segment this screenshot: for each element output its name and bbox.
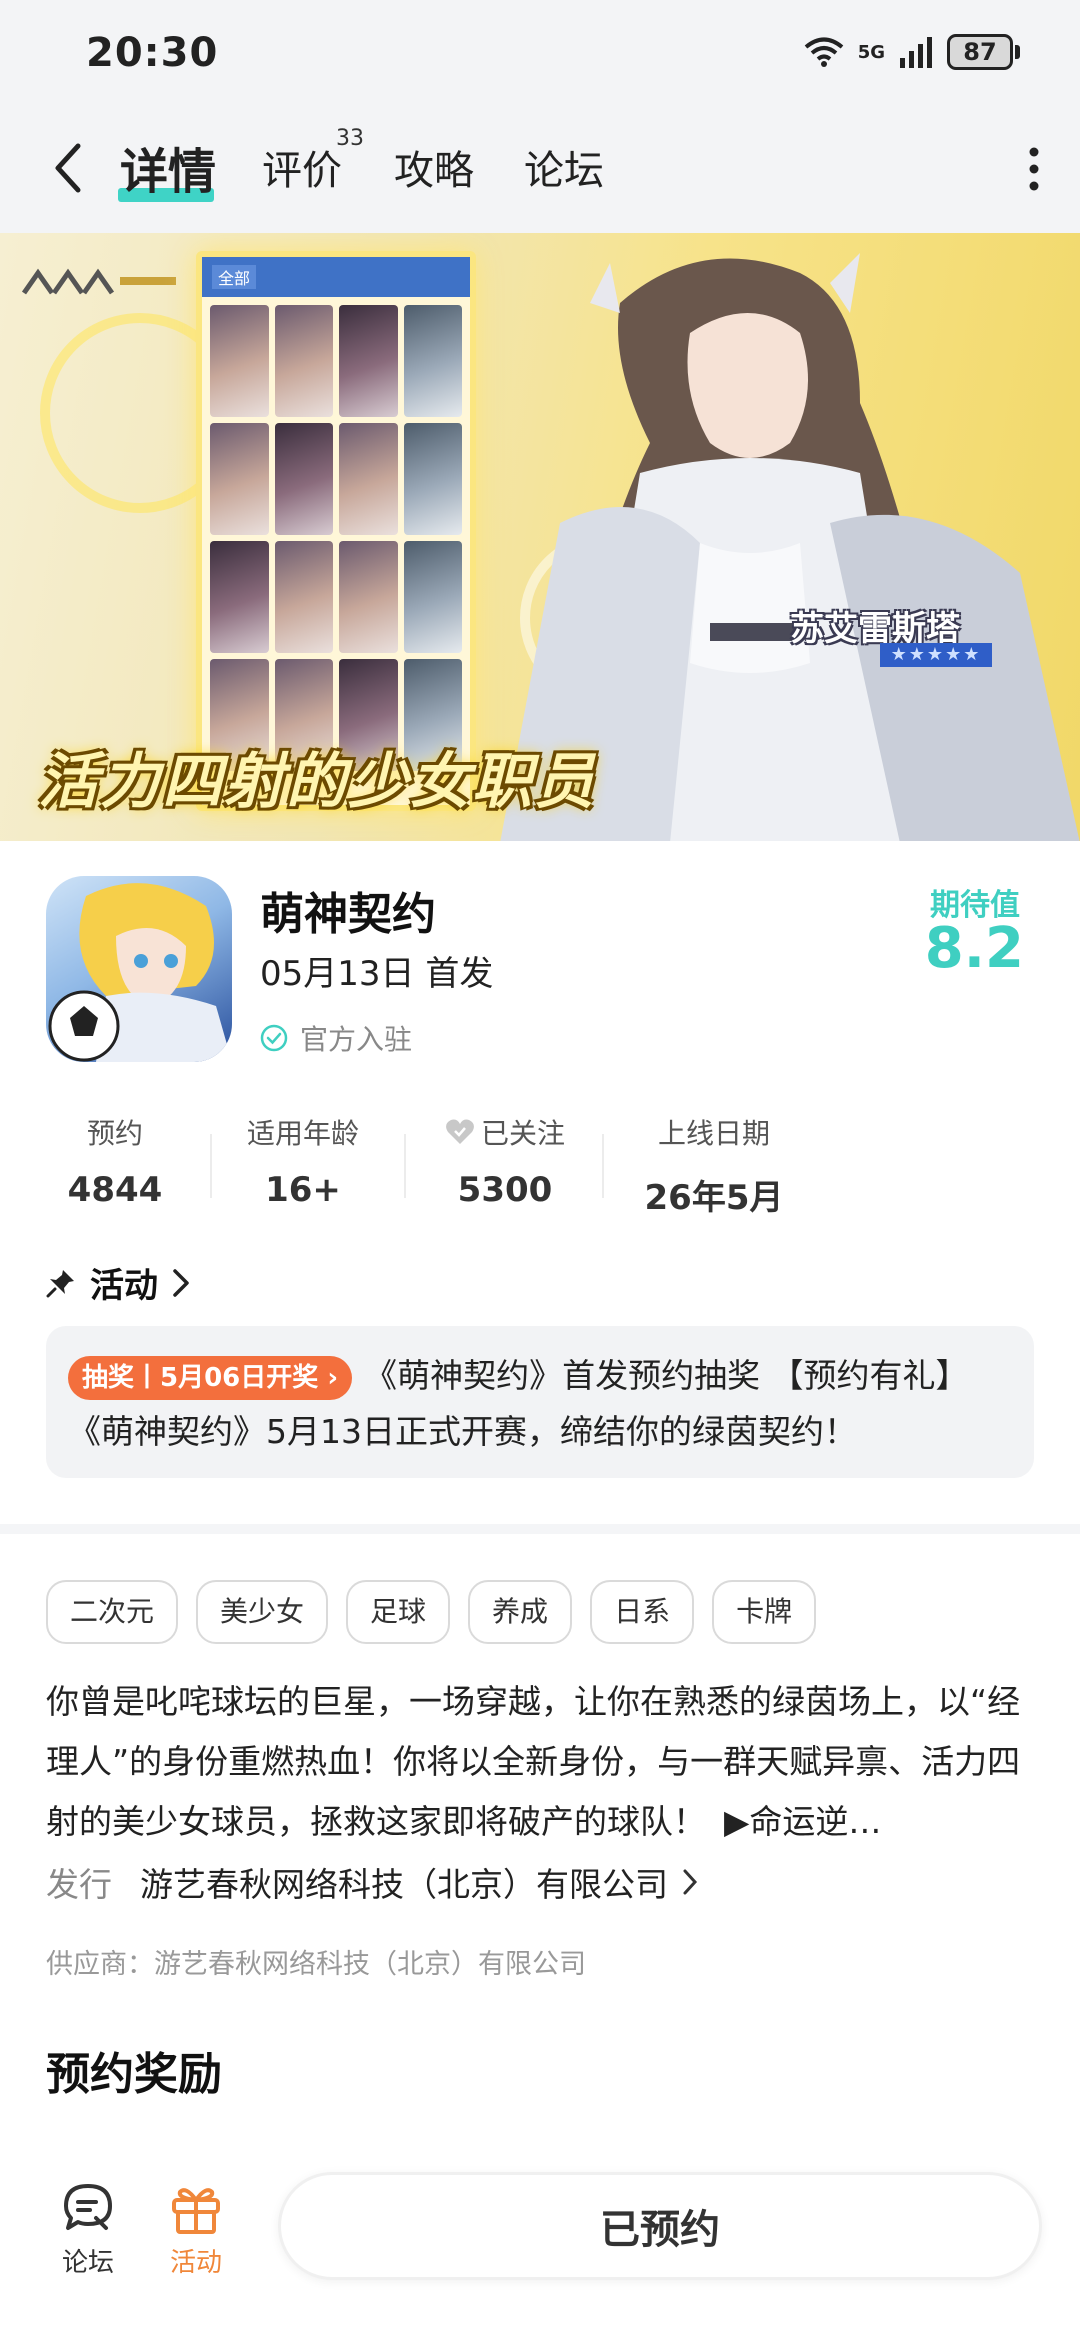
official-label: 官方入驻 (300, 1023, 413, 1056)
stat-launch-date: 上线日期 26年5月 (624, 1112, 804, 1219)
stat-label-text: 已关注 (480, 1117, 565, 1150)
grid-card (339, 541, 398, 653)
game-icon-art (48, 883, 232, 1062)
stat-value: 4844 (67, 1170, 163, 1210)
chevron-right-icon (173, 1268, 189, 1297)
stat-value: 26年5月 (644, 1178, 784, 1218)
stat-divider (210, 1134, 212, 1198)
back-arrow-icon[interactable] (46, 138, 90, 198)
grid-header: 全部 (202, 257, 470, 297)
stat-divider (602, 1134, 604, 1198)
description-more[interactable]: ▶命运逆… (706, 1802, 881, 1841)
verified-check-icon (260, 1024, 288, 1052)
grid-card (274, 305, 333, 417)
game-description[interactable]: 你曾是叱咤球坛的巨星，一场穿越，让你在熟悉的绿茵场上，以“经理人”的身份重燃热血… (46, 1672, 1036, 1852)
stat-label: 已关注 (420, 1112, 590, 1152)
forum-chat-icon (64, 2184, 112, 2230)
reserved-button[interactable]: 已预约 (278, 2172, 1042, 2280)
promo-banner[interactable]: 全部 苏艾雷斯塔 ★★★★★ 活力四射的少女职员 (0, 233, 1080, 841)
stat-followers[interactable]: 已关注 5300 (420, 1112, 590, 1210)
stat-reservations: 预约 4844 (40, 1112, 190, 1210)
tag-item[interactable]: 二次元 (46, 1580, 179, 1644)
stat-label: 预约 (86, 1117, 143, 1150)
page: 20:30 5G 87 详情 评价 33 攻略 论坛 全部 苏艾雷斯塔 ★★★★… (0, 0, 1080, 2351)
stat-label: 上线日期 (657, 1117, 770, 1150)
grid-card (210, 423, 269, 535)
activity-label: 活动 (169, 2248, 222, 2278)
activity-title: 活动 (90, 1266, 158, 1306)
tab-details[interactable]: 详情 (120, 132, 216, 202)
battery-icon: 87 (947, 34, 1020, 70)
publisher-row[interactable]: 发行 游艺春秋网络科技（北京）有限公司 (46, 1858, 698, 1906)
chevron-right-icon (683, 1869, 698, 1895)
battery-level: 87 (947, 34, 1013, 70)
publisher-label: 发行 (46, 1865, 112, 1904)
section-divider (0, 1524, 1080, 1534)
bottom-forum-button[interactable]: 论坛 (38, 2178, 138, 2279)
grid-card (210, 305, 269, 417)
activity-section-header[interactable]: 活动 (46, 1258, 190, 1307)
tab-guides[interactable]: 攻略 (394, 138, 474, 196)
grid-card (339, 305, 398, 417)
lottery-badge[interactable]: 抽奖丨5月06日开奖 › (68, 1355, 353, 1400)
reservation-rewards-title: 预约奖励 (46, 2049, 222, 2100)
bottom-action-bar: 论坛 活动 已预约 (0, 2148, 1080, 2351)
gift-icon (172, 2188, 220, 2234)
signal-icon (900, 37, 932, 68)
grid-cards (202, 297, 470, 779)
game-app-icon (46, 876, 232, 1062)
grid-card (403, 305, 462, 417)
stat-label: 适用年龄 (246, 1117, 359, 1150)
grid-card (274, 423, 333, 535)
grid-card (210, 541, 269, 653)
tab-forum[interactable]: 论坛 (524, 138, 604, 196)
bottom-activity-button[interactable]: 活动 (146, 2178, 246, 2279)
grid-card (274, 541, 333, 653)
grid-tab-all: 全部 (212, 265, 257, 289)
official-badge: 官方入驻 (260, 1018, 412, 1058)
tag-list: 二次元 美少女 足球 养成 日系 卡牌 (46, 1580, 817, 1644)
pin-icon (46, 1269, 74, 1297)
game-title: 萌神契约 (260, 889, 436, 940)
expectation-score: 8.2 (924, 916, 1024, 981)
stat-divider (404, 1134, 406, 1198)
status-bar: 20:30 5G 87 (0, 0, 1080, 110)
game-release-date: 05月13日 首发 (260, 954, 494, 994)
reviews-count-badge: 33 (336, 126, 364, 151)
wifi-icon (804, 37, 843, 67)
heart-check-icon (446, 1119, 474, 1144)
nav-bar: 详情 评价 33 攻略 论坛 (0, 110, 1080, 233)
status-time: 20:30 (86, 30, 219, 76)
lottery-badge-text: 抽奖丨5月06日开奖 (82, 1362, 319, 1393)
status-indicators: 5G 87 (804, 34, 1020, 70)
stat-value: 16+ (265, 1170, 341, 1210)
stat-age-rating: 适用年龄 16+ (228, 1112, 378, 1210)
battery-tip (1015, 45, 1020, 59)
grid-card (403, 541, 462, 653)
banner-star-rating: ★★★★★ (880, 643, 992, 667)
tag-item[interactable]: 足球 (346, 1580, 451, 1644)
banner-slogan: 活力四射的少女职员 (38, 747, 596, 817)
forum-label: 论坛 (61, 2248, 114, 2278)
tag-item[interactable]: 卡牌 (712, 1580, 817, 1644)
tab-reviews[interactable]: 评价 (262, 138, 342, 196)
tag-item[interactable]: 美少女 (196, 1580, 329, 1644)
banner-chevrons-deco (21, 268, 176, 295)
network-label: 5G (857, 41, 885, 63)
stats-row: 预约 4844 适用年龄 16+ 已关注 5300 上线日期 26年5月 (0, 1112, 1080, 1218)
grid-card (403, 423, 462, 535)
character-grid-preview: 全部 (196, 251, 476, 811)
tag-item[interactable]: 日系 (590, 1580, 695, 1644)
tag-item[interactable]: 养成 (468, 1580, 573, 1644)
grid-card (339, 423, 398, 535)
activity-card[interactable]: 抽奖丨5月06日开奖 › 《萌神契约》首发预约抽奖 【预约有礼】《萌神契约》5月1… (46, 1326, 1034, 1478)
supplier-info: 供应商：游艺春秋网络科技（北京）有限公司 (46, 1949, 586, 1980)
stat-value: 5300 (457, 1170, 553, 1210)
publisher-name: 游艺春秋网络科技（北京）有限公司 (140, 1865, 668, 1904)
more-vertical-icon[interactable] (1028, 144, 1040, 194)
